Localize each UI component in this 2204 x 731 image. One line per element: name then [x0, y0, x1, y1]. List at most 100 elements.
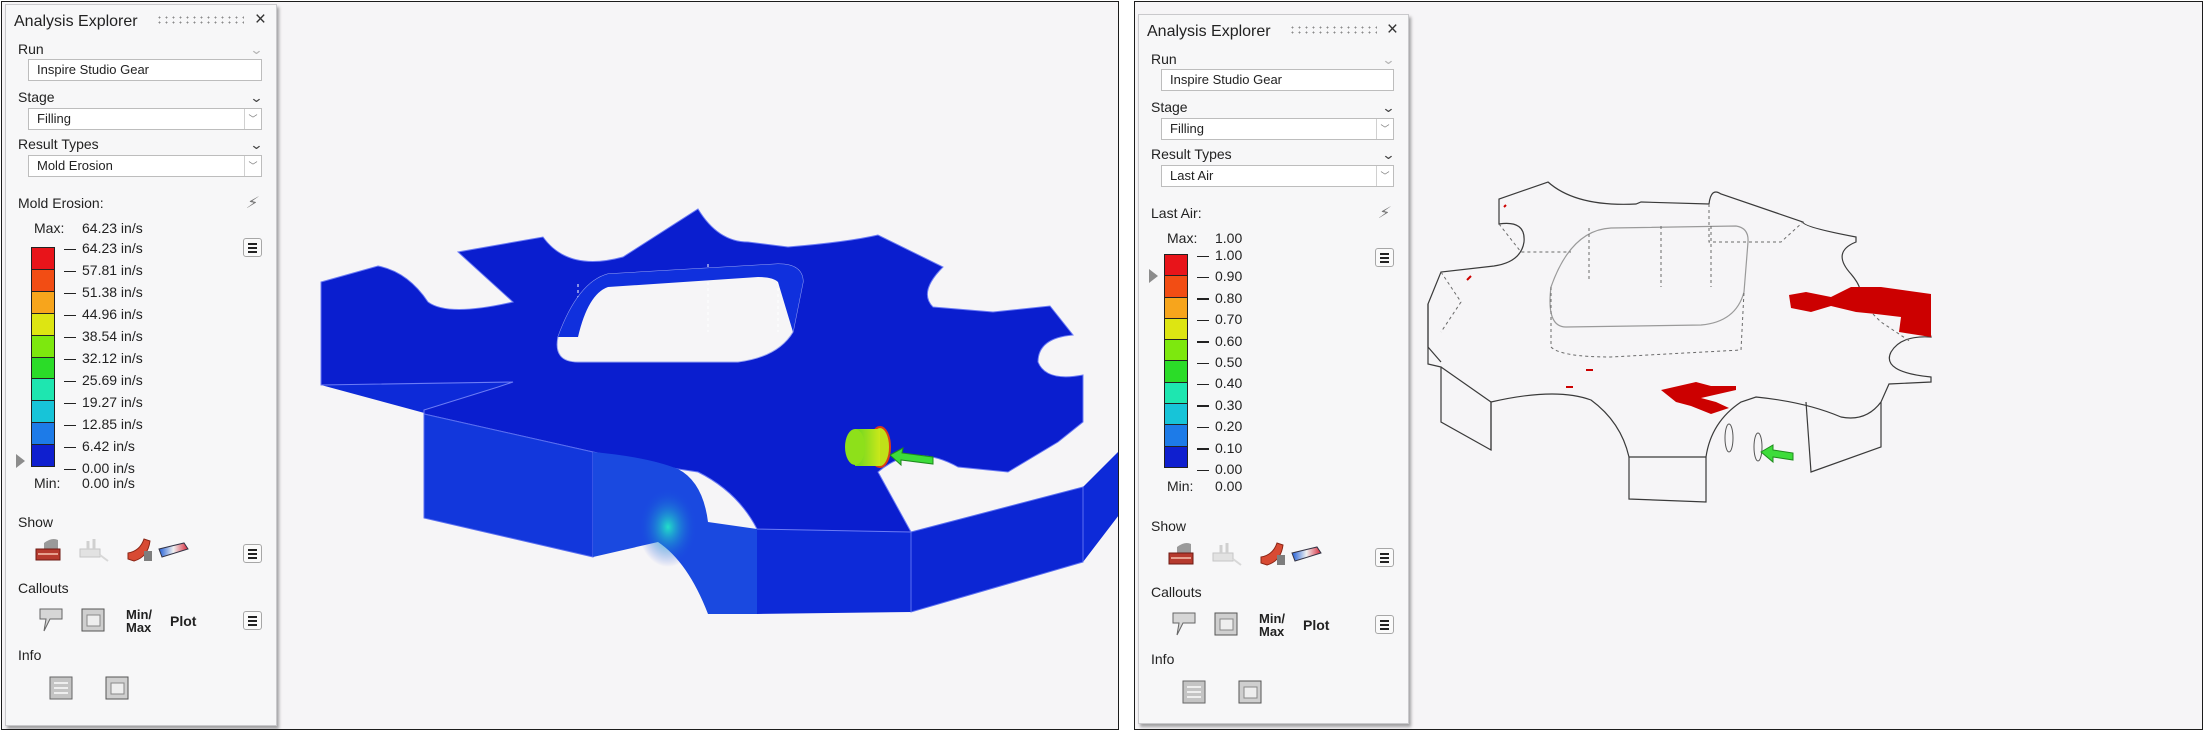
legend-tick: 0.10: [1197, 440, 1242, 456]
legend-tick: 44.96 in/s: [64, 306, 143, 322]
minmax-callout-button[interactable]: Min/ Max: [1259, 612, 1285, 638]
dropdown-arrow-icon[interactable]: ﹀: [1376, 119, 1393, 139]
run-field[interactable]: Inspire Studio Gear: [1161, 69, 1394, 91]
tick-label: 6.42 in/s: [82, 438, 135, 454]
show-legend-icon[interactable]: [1289, 541, 1323, 571]
tick-dash: [1197, 448, 1209, 450]
color-bar: [1164, 254, 1188, 468]
show-legend-icon[interactable]: [156, 537, 190, 567]
tick-dash: [1197, 319, 1209, 322]
legend-tick: 0.80: [1197, 290, 1242, 306]
info-label: Info: [18, 647, 42, 663]
callouts-menu-button[interactable]: [1375, 615, 1394, 634]
legend-tick: 64.23 in/s: [64, 240, 143, 256]
color-band: [32, 423, 54, 446]
legend-tick: 0.70: [1197, 311, 1242, 327]
show-result-icon[interactable]: [1255, 539, 1289, 569]
lightning-bolt-icon[interactable]: ⚡: [244, 193, 261, 213]
tick-dash: [1197, 405, 1209, 407]
show-mold-icon[interactable]: [74, 535, 109, 565]
close-icon[interactable]: ×: [255, 9, 266, 31]
stage-label: Stage: [1151, 99, 1188, 115]
tick-dash: [64, 468, 76, 471]
color-band: [32, 269, 54, 292]
stage-select[interactable]: Filling ﹀: [28, 108, 262, 130]
mold-erosion-3d-viewport[interactable]: [278, 2, 1118, 729]
callout-note-icon[interactable]: [1211, 609, 1245, 639]
panel-title: Analysis Explorer: [14, 13, 138, 30]
color-band: [1165, 361, 1187, 383]
lightning-bolt-icon[interactable]: ⚡: [1376, 203, 1393, 223]
show-label: Show: [1151, 518, 1187, 534]
dropdown-arrow-icon[interactable]: ﹀: [244, 156, 261, 176]
minmax-callout-button[interactable]: Min/ Max: [126, 608, 152, 634]
mold-erosion-window: Analysis Explorer × Run ⌄⌄ Inspire Studi…: [1, 1, 1119, 730]
result-type-select[interactable]: Last Air ﹀: [1161, 165, 1394, 187]
dropdown-arrow-icon[interactable]: ﹀: [1376, 166, 1393, 186]
result-type-select-value: Last Air: [1170, 168, 1214, 183]
callout-balloon-icon[interactable]: [36, 605, 70, 635]
callouts-menu-button[interactable]: [243, 611, 262, 630]
plot-callout-button[interactable]: Plot: [1303, 618, 1329, 632]
legend-menu-button[interactable]: [1375, 248, 1394, 267]
tick-dash: [64, 248, 76, 251]
color-band: [32, 357, 54, 380]
tick-label: 0.00 in/s: [82, 460, 135, 476]
show-mold-icon[interactable]: [1207, 539, 1242, 569]
result-type-select[interactable]: Mold Erosion ﹀: [28, 155, 262, 177]
color-band: [1165, 340, 1187, 362]
last-air-region: [1661, 382, 1736, 414]
legend-max-value: 1.00: [1215, 230, 1243, 246]
info-note-icon[interactable]: [1235, 677, 1269, 707]
color-band: [32, 401, 54, 424]
legend-menu-button[interactable]: [243, 238, 262, 257]
color-band: [1165, 276, 1187, 298]
color-band: [1165, 404, 1187, 426]
run-field[interactable]: Inspire Studio Gear: [28, 59, 262, 81]
close-icon[interactable]: ×: [1387, 19, 1398, 41]
drag-grip-handle[interactable]: [156, 15, 244, 25]
drag-grip-handle[interactable]: [1289, 25, 1377, 35]
info-note-icon[interactable]: [102, 673, 136, 703]
tick-label: 0.90: [1215, 268, 1243, 285]
legend-marker-handle[interactable]: [16, 454, 25, 468]
dropdown-arrow-icon[interactable]: ﹀: [244, 109, 261, 129]
callout-balloon-icon[interactable]: [1169, 609, 1203, 639]
tick-label: 1.00: [1215, 247, 1243, 263]
legend-tick: 19.27 in/s: [64, 394, 143, 410]
last-air-window: Analysis Explorer × Run ⌄⌄ Inspire Studi…: [1134, 1, 2203, 730]
last-air-3d-viewport[interactable]: [1411, 2, 2202, 729]
stage-select[interactable]: Filling ﹀: [1161, 118, 1394, 140]
color-band: [32, 379, 54, 402]
show-part-icon[interactable]: [1165, 539, 1199, 569]
info-settings-icon[interactable]: [1179, 677, 1213, 707]
show-result-icon[interactable]: [122, 535, 156, 565]
tick-label: 0.30: [1215, 396, 1243, 413]
plot-callout-button[interactable]: Plot: [170, 614, 196, 628]
stage-label: Stage: [18, 89, 55, 105]
legend-marker-handle[interactable]: [1149, 269, 1158, 283]
show-menu-button[interactable]: [1375, 548, 1394, 567]
tick-label: 57.81 in/s: [82, 262, 143, 278]
tick-label: 0.20: [1215, 418, 1243, 435]
show-part-icon[interactable]: [32, 535, 66, 565]
run-label: Run: [18, 41, 44, 57]
stage-select-value: Filling: [37, 111, 71, 126]
color-band: [32, 445, 54, 467]
tick-label: 25.69 in/s: [82, 372, 143, 388]
legend-tick: 0.30: [1197, 397, 1242, 413]
legend-tick: 32.12 in/s: [64, 350, 143, 366]
callout-note-icon[interactable]: [78, 605, 112, 635]
show-menu-button[interactable]: [243, 544, 262, 563]
color-band: [32, 291, 54, 314]
color-band: [1165, 297, 1187, 319]
gear-center-hole: [1549, 225, 1749, 328]
legend-tick: 0.60: [1197, 333, 1242, 349]
legend-min-label: Min:: [34, 475, 61, 491]
last-air-region: [1789, 287, 1931, 337]
legend-max-label: Max:: [34, 220, 65, 236]
info-settings-icon[interactable]: [46, 673, 80, 703]
color-band: [1165, 382, 1187, 405]
legend-min-label: Min:: [1167, 478, 1194, 494]
legend-tick: 51.38 in/s: [64, 284, 143, 300]
